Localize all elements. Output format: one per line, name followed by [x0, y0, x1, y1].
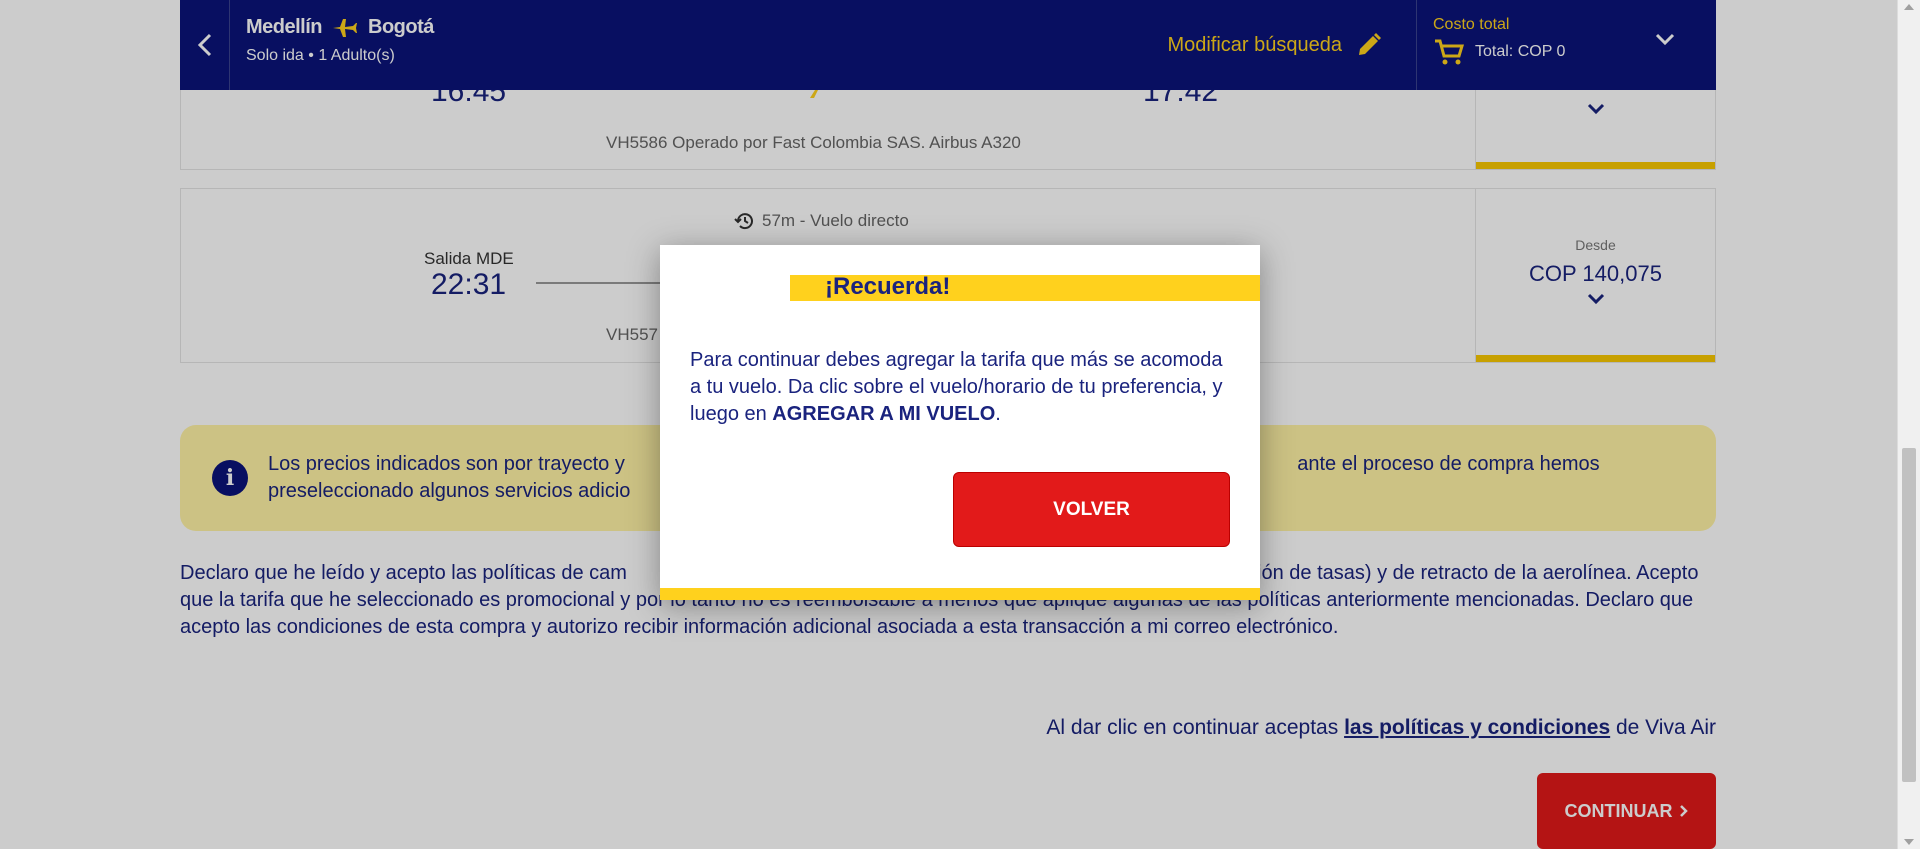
modal-message-end: .	[995, 403, 1001, 425]
page: Medellín Bogotá Solo ida • 1 Adulto(s) M…	[0, 0, 1897, 849]
page-scrollbar[interactable]	[1897, 0, 1920, 849]
modal-message: Para continuar debes agregar la tarifa q…	[690, 347, 1230, 428]
modal-bottom-accent	[660, 588, 1260, 600]
modal-message-emphasis: AGREGAR A MI VUELO	[772, 403, 996, 425]
modal-title: ¡Recuerda!	[825, 273, 951, 300]
reminder-modal: ¡Recuerda! Para continuar debes agregar …	[660, 245, 1260, 600]
scroll-thumb[interactable]	[1902, 448, 1916, 782]
back-modal-button[interactable]: VOLVER	[953, 472, 1230, 547]
scroll-down-icon[interactable]	[1904, 839, 1914, 845]
scroll-up-icon[interactable]	[1904, 4, 1914, 10]
